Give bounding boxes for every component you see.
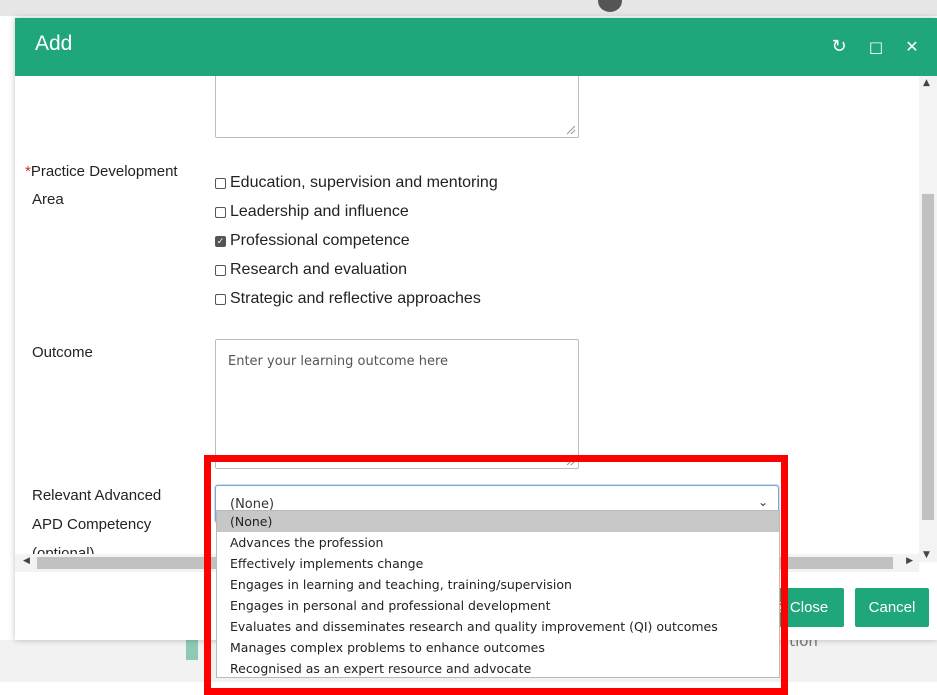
maximize-icon[interactable]: □ [864,35,888,59]
dropdown-option[interactable]: (None) [217,511,779,532]
resize-grip-icon[interactable] [567,126,575,134]
outcome-label: Outcome [32,344,93,361]
checkbox-box[interactable] [215,177,226,189]
dropdown-option[interactable]: Recognised as an expert resource and adv… [217,658,779,679]
scroll-down-icon[interactable]: ▼ [923,550,930,560]
practice-area-label: *Practice Development [25,163,178,180]
background-top-strip [0,0,937,16]
practice-area-label-line2: Area [32,191,64,208]
scroll-right-icon[interactable]: ▶ [906,556,913,566]
resize-grip-icon[interactable] [567,457,575,465]
dropdown-option[interactable]: Engages in learning and teaching, traini… [217,574,779,595]
vertical-scrollbar[interactable]: ▲ ▼ [919,76,937,562]
chevron-down-icon[interactable]: ⌄ [758,495,768,509]
dropdown-option[interactable]: Effectively implements change [217,553,779,574]
description-textarea[interactable] [215,76,579,138]
checkbox-checked-icon[interactable]: ✓ [215,235,226,247]
checkbox-research[interactable]: Research and evaluation [215,259,407,281]
dropdown-option[interactable]: Advances the profession [217,532,779,553]
scroll-up-icon[interactable]: ▲ [923,78,930,88]
checkbox-professional-competence[interactable]: ✓ Professional competence [215,230,410,252]
checkbox-strategic[interactable]: Strategic and reflective approaches [215,288,481,310]
checkbox-leadership[interactable]: Leadership and influence [215,201,409,223]
cancel-button[interactable]: Cancel [855,588,929,627]
checkbox-education[interactable]: Education, supervision and mentoring [215,172,498,194]
dialog-title: Add [35,32,73,55]
background-teal-marker [186,638,198,660]
close-icon[interactable]: ✕ [900,35,924,59]
dialog-content: *Practice Development Area Education, su… [15,76,919,562]
dropdown-option[interactable]: Manages complex problems to enhance outc… [217,637,779,658]
competency-label-line2: APD Competency [32,516,152,533]
competency-label-line1: Relevant Advanced [32,487,162,504]
dropdown-option[interactable]: Engages in personal and professional dev… [217,595,779,616]
outcome-placeholder: Enter your learning outcome here [228,354,449,369]
checkbox-box[interactable] [215,293,226,305]
checkbox-box[interactable] [215,206,226,218]
refresh-icon[interactable]: ↻ [827,35,851,59]
outcome-textarea[interactable]: Enter your learning outcome here [215,339,579,469]
scroll-left-icon[interactable]: ◀ [23,556,30,566]
competency-dropdown-list: (None) Advances the profession Effective… [216,510,780,678]
dialog-titlebar: Add ↻ □ ✕ [15,18,937,76]
checkbox-box[interactable] [215,264,226,276]
vertical-scroll-thumb[interactable] [922,194,934,520]
dropdown-option[interactable]: Evaluates and disseminates research and … [217,616,779,637]
